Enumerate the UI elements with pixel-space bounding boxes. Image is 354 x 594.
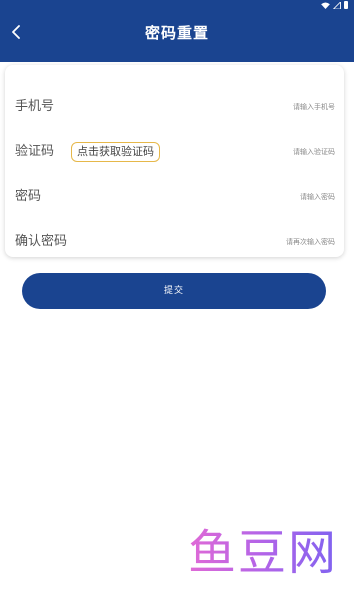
- battery-icon: [344, 1, 348, 9]
- signal-icon: [333, 1, 341, 9]
- password-label: 密码: [15, 189, 42, 204]
- watermark-logo: 鱼豆网: [187, 525, 338, 581]
- submit-button[interactable]: 提交: [22, 273, 326, 309]
- code-input[interactable]: 请输入验证码: [293, 141, 335, 163]
- confirm-password-input[interactable]: 请再次输入密码: [286, 231, 335, 253]
- password-input[interactable]: 请输入密码: [300, 186, 335, 208]
- status-bar: [0, 0, 354, 12]
- wifi-icon: [321, 1, 330, 9]
- confirm-password-label: 确认密码: [15, 234, 68, 249]
- phone-row: 手机号 请输入手机号: [15, 96, 335, 118]
- password-row: 密码 请输入密码: [15, 186, 335, 208]
- form-card: 手机号 请输入手机号 验证码 点击获取验证码 请输入验证码 密码 请输入密码 确…: [5, 65, 344, 257]
- page-title: 密码重置: [144, 24, 209, 42]
- status-icons: [321, 1, 348, 9]
- get-code-button[interactable]: 点击获取验证码: [71, 142, 160, 162]
- phone-label: 手机号: [15, 99, 55, 114]
- confirm-password-row: 确认密码 请再次输入密码: [15, 231, 335, 253]
- code-row: 验证码 点击获取验证码 请输入验证码: [15, 141, 335, 163]
- phone-input[interactable]: 请输入手机号: [293, 96, 335, 118]
- header-bar: 密码重置: [0, 0, 354, 62]
- code-label: 验证码: [15, 144, 55, 159]
